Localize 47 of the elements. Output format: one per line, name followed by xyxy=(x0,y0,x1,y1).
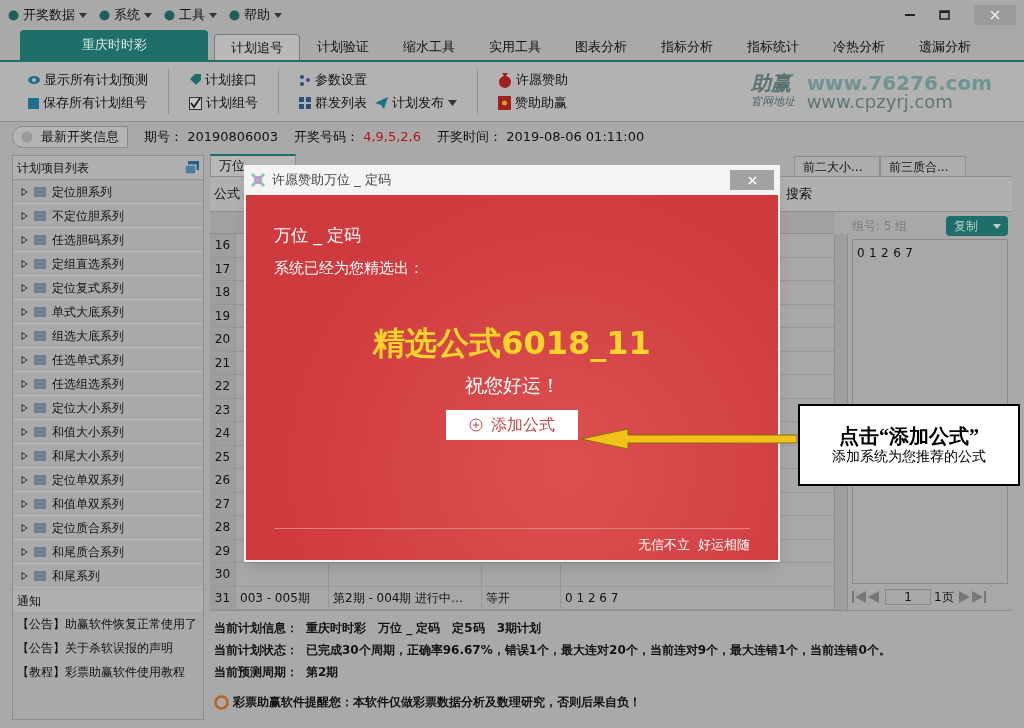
table-cell: 003 - 005期 xyxy=(235,586,328,609)
row-number: 17 xyxy=(210,257,235,280)
row-number: 18 xyxy=(210,281,235,304)
brand-caption: 官网地址 xyxy=(750,96,795,107)
row-number: 19 xyxy=(210,304,235,327)
info-value: 重庆时时彩 万位 _ 定码 定5码 3期计划 xyxy=(306,620,542,637)
row-number: 21 xyxy=(210,351,235,374)
brand-url: www.cpzyrj.com xyxy=(806,92,954,111)
panel-title: 计划项目列表 xyxy=(17,159,89,177)
dialog-title: 许愿赞助万位 _ 定码 xyxy=(272,171,391,190)
dialog-heading: 万位 _ 定码 xyxy=(274,224,363,248)
info-label: 当前预测周期： xyxy=(214,664,298,681)
callout-text: 添加系统为您推荐的公式 xyxy=(832,450,986,464)
warning-text: 彩票助赢软件提醒您：本软件仅做彩票数据分析及数理研究，否则后果自负！ xyxy=(233,694,641,711)
brand-name: 助赢 xyxy=(750,72,795,93)
filter-label: 公式 xyxy=(214,185,240,204)
panel-title: 通知 xyxy=(17,593,41,610)
table-cell: 第2期 - 004期 进行中... xyxy=(328,586,481,609)
info-label: 当前计划信息： xyxy=(214,620,298,637)
callout-title: 点击“添加公式” xyxy=(839,426,979,446)
row-number: 31 xyxy=(210,586,235,609)
row-number: 23 xyxy=(210,398,235,421)
info-value: 第2期 xyxy=(306,664,339,681)
row-number: 25 xyxy=(210,445,235,468)
row-number: 22 xyxy=(210,375,235,398)
row-number: 28 xyxy=(210,516,235,539)
row-number: 26 xyxy=(210,469,235,492)
wish-text: 祝您好运！ xyxy=(464,373,560,398)
dialog-subheading: 系统已经为您精选出： xyxy=(274,257,425,279)
info-label: 当前计划状态： xyxy=(214,642,298,659)
draw-time: 开奖时间： 2019-08-06 01:11:00 xyxy=(437,128,645,147)
table-cell: 0 1 2 6 7 xyxy=(560,586,658,609)
period-label: 期号： 20190806003 xyxy=(144,128,279,147)
info-value: 已完成30个周期，正确率96.67%，错误1个，最大连对20个，当前连对9个，最大连错1个，当前连错0个。 xyxy=(306,642,891,659)
row-number: 24 xyxy=(210,422,235,445)
row-number: 30 xyxy=(210,563,235,586)
brand-url: www.76276.com xyxy=(806,72,992,93)
numbers-label: 开奖号码： xyxy=(294,128,360,147)
slogan-text: 好运相随 xyxy=(698,535,750,554)
row-number: 27 xyxy=(210,492,235,515)
row-number: 20 xyxy=(210,328,235,351)
winning-numbers: 4,9,5,2,6 xyxy=(363,128,421,147)
table-cell: 等开 xyxy=(481,586,560,609)
row-number: 29 xyxy=(210,539,235,562)
slogan-text: 无信不立 xyxy=(638,535,690,554)
row-number: 16 xyxy=(210,234,235,257)
page-total: 1页 xyxy=(934,589,954,606)
